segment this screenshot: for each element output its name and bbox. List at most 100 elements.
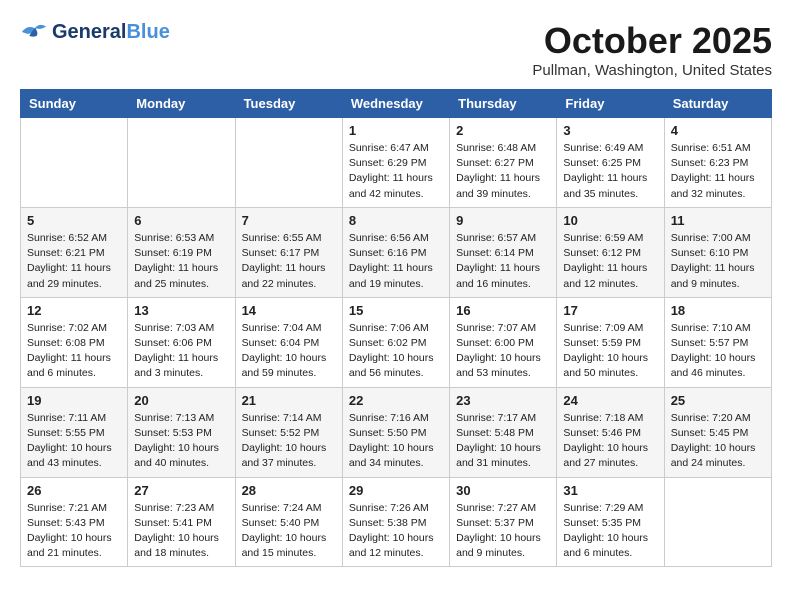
calendar-header-row: SundayMondayTuesdayWednesdayThursdayFrid…	[21, 90, 772, 118]
calendar-header-friday: Friday	[557, 90, 664, 118]
day-info: Sunrise: 7:06 AM Sunset: 6:02 PM Dayligh…	[349, 321, 443, 382]
day-info: Sunrise: 7:04 AM Sunset: 6:04 PM Dayligh…	[242, 321, 336, 382]
day-info: Sunrise: 7:29 AM Sunset: 5:35 PM Dayligh…	[563, 501, 657, 562]
calendar-cell: 17 Sunrise: 7:09 AM Sunset: 5:59 PM Dayli…	[557, 297, 664, 387]
day-info: Sunrise: 7:14 AM Sunset: 5:52 PM Dayligh…	[242, 411, 336, 472]
location: Pullman, Washington, United States	[532, 62, 772, 79]
day-info: Sunrise: 7:07 AM Sunset: 6:00 PM Dayligh…	[456, 321, 550, 382]
day-number: 17	[563, 303, 657, 318]
day-number: 13	[134, 303, 228, 318]
day-info: Sunrise: 7:21 AM Sunset: 5:43 PM Dayligh…	[27, 501, 121, 562]
day-number: 25	[671, 393, 765, 408]
day-info: Sunrise: 7:18 AM Sunset: 5:46 PM Dayligh…	[563, 411, 657, 472]
day-info: Sunrise: 6:57 AM Sunset: 6:14 PM Dayligh…	[456, 231, 550, 292]
day-number: 24	[563, 393, 657, 408]
calendar-week-row: 19Sunrise: 7:11 AM Sunset: 5:55 PM Dayli…	[21, 387, 772, 477]
day-number: 23	[456, 393, 550, 408]
day-info: Sunrise: 6:53 AM Sunset: 6:19 PM Dayligh…	[134, 231, 228, 292]
calendar-cell: 15 Sunrise: 7:06 AM Sunset: 6:02 PM Dayli…	[342, 297, 449, 387]
day-info: Sunrise: 7:24 AM Sunset: 5:40 PM Dayligh…	[242, 501, 336, 562]
day-number: 9	[456, 213, 550, 228]
day-number: 29	[349, 483, 443, 498]
day-number: 10	[563, 213, 657, 228]
calendar-week-row: 26Sunrise: 7:21 AM Sunset: 5:43 PM Dayli…	[21, 477, 772, 567]
calendar-cell: 24 Sunrise: 7:18 AM Sunset: 5:46 PM Dayli…	[557, 387, 664, 477]
day-info: Sunrise: 7:23 AM Sunset: 5:41 PM Dayligh…	[134, 501, 228, 562]
day-number: 5	[27, 213, 121, 228]
calendar-cell	[128, 118, 235, 208]
title-block: October 2025 Pullman, Washington, United…	[532, 20, 772, 79]
day-number: 15	[349, 303, 443, 318]
calendar-cell: 16Sunrise: 7:07 AM Sunset: 6:00 PM Dayli…	[450, 297, 557, 387]
day-info: Sunrise: 7:09 AM Sunset: 5:59 PM Dayligh…	[563, 321, 657, 382]
calendar-cell: 14 Sunrise: 7:04 AM Sunset: 6:04 PM Dayli…	[235, 297, 342, 387]
day-number: 28	[242, 483, 336, 498]
calendar-cell	[21, 118, 128, 208]
day-number: 22	[349, 393, 443, 408]
day-number: 27	[134, 483, 228, 498]
calendar-cell: 3Sunrise: 6:49 AM Sunset: 6:25 PM Daylig…	[557, 118, 664, 208]
calendar-cell: 29 Sunrise: 7:26 AM Sunset: 5:38 PM Dayli…	[342, 477, 449, 567]
calendar-cell: 4Sunrise: 6:51 AM Sunset: 6:23 PM Daylig…	[664, 118, 771, 208]
day-info: Sunrise: 7:27 AM Sunset: 5:37 PM Dayligh…	[456, 501, 550, 562]
calendar-cell: 19Sunrise: 7:11 AM Sunset: 5:55 PM Dayli…	[21, 387, 128, 477]
calendar-header-thursday: Thursday	[450, 90, 557, 118]
day-info: Sunrise: 6:48 AM Sunset: 6:27 PM Dayligh…	[456, 141, 550, 202]
day-number: 4	[671, 123, 765, 138]
logo-general: General	[52, 21, 126, 44]
day-info: Sunrise: 6:55 AM Sunset: 6:17 PM Dayligh…	[242, 231, 336, 292]
day-info: Sunrise: 7:16 AM Sunset: 5:50 PM Dayligh…	[349, 411, 443, 472]
calendar-cell	[664, 477, 771, 567]
calendar-cell: 11Sunrise: 7:00 AM Sunset: 6:10 PM Dayli…	[664, 207, 771, 297]
month-title: October 2025	[532, 20, 772, 62]
day-number: 21	[242, 393, 336, 408]
calendar-cell: 13 Sunrise: 7:03 AM Sunset: 6:06 PM Dayli…	[128, 297, 235, 387]
day-number: 11	[671, 213, 765, 228]
logo-blue: Blue	[126, 21, 169, 44]
day-info: Sunrise: 6:56 AM Sunset: 6:16 PM Dayligh…	[349, 231, 443, 292]
calendar-cell: 9 Sunrise: 6:57 AM Sunset: 6:14 PM Daylig…	[450, 207, 557, 297]
calendar-cell: 22 Sunrise: 7:16 AM Sunset: 5:50 PM Dayli…	[342, 387, 449, 477]
page-header: General Blue October 2025 Pullman, Washi…	[20, 20, 772, 79]
day-number: 1	[349, 123, 443, 138]
calendar-cell: 30 Sunrise: 7:27 AM Sunset: 5:37 PM Dayli…	[450, 477, 557, 567]
day-number: 20	[134, 393, 228, 408]
day-info: Sunrise: 7:17 AM Sunset: 5:48 PM Dayligh…	[456, 411, 550, 472]
calendar-cell: 27 Sunrise: 7:23 AM Sunset: 5:41 PM Dayli…	[128, 477, 235, 567]
calendar-cell: 5 Sunrise: 6:52 AM Sunset: 6:21 PM Daylig…	[21, 207, 128, 297]
calendar-cell: 31 Sunrise: 7:29 AM Sunset: 5:35 PM Dayli…	[557, 477, 664, 567]
day-number: 14	[242, 303, 336, 318]
calendar-cell: 28 Sunrise: 7:24 AM Sunset: 5:40 PM Dayli…	[235, 477, 342, 567]
day-number: 7	[242, 213, 336, 228]
calendar-cell: 7 Sunrise: 6:55 AM Sunset: 6:17 PM Daylig…	[235, 207, 342, 297]
calendar-header-sunday: Sunday	[21, 90, 128, 118]
calendar-cell: 6 Sunrise: 6:53 AM Sunset: 6:19 PM Daylig…	[128, 207, 235, 297]
day-number: 30	[456, 483, 550, 498]
day-number: 6	[134, 213, 228, 228]
calendar-header-saturday: Saturday	[664, 90, 771, 118]
day-number: 18	[671, 303, 765, 318]
calendar-week-row: 5 Sunrise: 6:52 AM Sunset: 6:21 PM Daylig…	[21, 207, 772, 297]
day-info: Sunrise: 7:03 AM Sunset: 6:06 PM Dayligh…	[134, 321, 228, 382]
day-info: Sunrise: 6:49 AM Sunset: 6:25 PM Dayligh…	[563, 141, 657, 202]
calendar-table: SundayMondayTuesdayWednesdayThursdayFrid…	[20, 89, 772, 567]
day-info: Sunrise: 7:02 AM Sunset: 6:08 PM Dayligh…	[27, 321, 121, 382]
logo-bird-icon	[20, 20, 48, 44]
day-number: 31	[563, 483, 657, 498]
day-number: 19	[27, 393, 121, 408]
day-info: Sunrise: 6:52 AM Sunset: 6:21 PM Dayligh…	[27, 231, 121, 292]
calendar-cell: 12Sunrise: 7:02 AM Sunset: 6:08 PM Dayli…	[21, 297, 128, 387]
calendar-week-row: 1Sunrise: 6:47 AM Sunset: 6:29 PM Daylig…	[21, 118, 772, 208]
day-info: Sunrise: 7:26 AM Sunset: 5:38 PM Dayligh…	[349, 501, 443, 562]
day-info: Sunrise: 7:10 AM Sunset: 5:57 PM Dayligh…	[671, 321, 765, 382]
calendar-cell: 25Sunrise: 7:20 AM Sunset: 5:45 PM Dayli…	[664, 387, 771, 477]
calendar-header-tuesday: Tuesday	[235, 90, 342, 118]
calendar-cell: 26Sunrise: 7:21 AM Sunset: 5:43 PM Dayli…	[21, 477, 128, 567]
calendar-cell: 8 Sunrise: 6:56 AM Sunset: 6:16 PM Daylig…	[342, 207, 449, 297]
calendar-cell: 20Sunrise: 7:13 AM Sunset: 5:53 PM Dayli…	[128, 387, 235, 477]
calendar-cell: 21 Sunrise: 7:14 AM Sunset: 5:52 PM Dayli…	[235, 387, 342, 477]
logo: General Blue	[20, 20, 170, 44]
calendar-cell: 23 Sunrise: 7:17 AM Sunset: 5:48 PM Dayli…	[450, 387, 557, 477]
day-number: 8	[349, 213, 443, 228]
calendar-cell: 18 Sunrise: 7:10 AM Sunset: 5:57 PM Dayli…	[664, 297, 771, 387]
